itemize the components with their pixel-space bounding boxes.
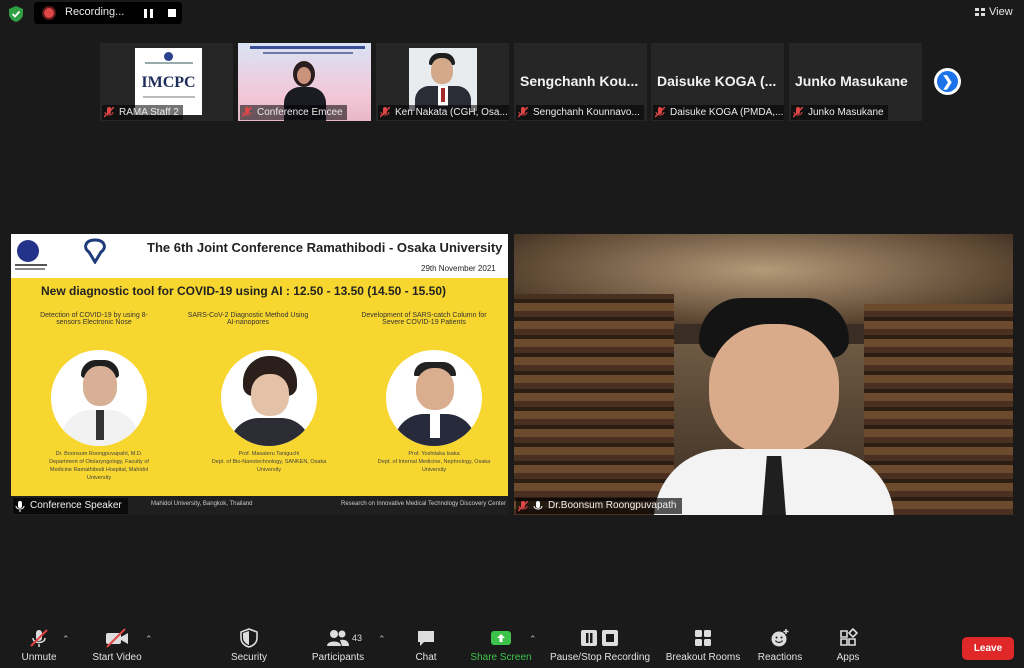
reactions-smiley-icon bbox=[771, 629, 789, 647]
pause-stop-icon bbox=[581, 630, 618, 646]
participant-tile-name: Daisuke KOGA (... bbox=[657, 73, 777, 89]
chat-button[interactable]: Chat bbox=[406, 628, 446, 663]
speaker-caption: Dr. Boonsum Roongpuvapaht, M.D. Departmen… bbox=[49, 451, 149, 481]
video-options-caret[interactable]: ⌃ bbox=[145, 634, 153, 645]
participant-tile[interactable]: Sengchanh Kou... Sengchanh Kounnavo... bbox=[514, 43, 647, 121]
participant-name-label: Junko Masukane bbox=[791, 105, 888, 120]
participant-tile-name: Sengchanh Kou... bbox=[520, 73, 639, 89]
pane-name-label: Dr.Boonsum Roongpuvapath bbox=[516, 498, 683, 514]
speaker-face bbox=[709, 324, 839, 454]
bookshelf-left bbox=[514, 294, 674, 515]
shared-slide-pane[interactable]: The 6th Joint Conference Ramathibodi - O… bbox=[11, 234, 508, 515]
participant-tile[interactable]: IMCPC RAMA Staff 2 bbox=[100, 43, 233, 121]
view-button[interactable]: View bbox=[989, 6, 1013, 18]
muted-mic-icon bbox=[104, 107, 114, 118]
osaka-university-logo bbox=[84, 238, 106, 264]
apps-icon bbox=[840, 628, 858, 646]
video-camera-off-icon bbox=[106, 628, 128, 648]
apps-button[interactable]: Apps bbox=[830, 628, 866, 663]
slide-header: The 6th Joint Conference Ramathibodi - O… bbox=[11, 234, 508, 278]
muted-mic-icon bbox=[793, 107, 803, 118]
start-video-button[interactable]: Start Video bbox=[88, 628, 146, 663]
muted-mic-icon bbox=[380, 107, 390, 118]
bookshelf-right bbox=[864, 304, 1013, 515]
participant-name-label: Daisuke KOGA (PMDA,... bbox=[653, 105, 784, 120]
stop-recording-icon[interactable] bbox=[168, 9, 176, 17]
speaking-mic-icon bbox=[15, 500, 25, 512]
participant-tile[interactable]: Conference Emcee bbox=[238, 43, 371, 121]
participant-name-label: Conference Emcee bbox=[240, 105, 347, 120]
slide-title: The 6th Joint Conference Ramathibodi - O… bbox=[147, 240, 503, 255]
speaker-portrait bbox=[221, 350, 317, 446]
share-screen-icon bbox=[491, 631, 511, 645]
muted-mic-icon bbox=[242, 107, 252, 118]
muted-mic-icon bbox=[518, 107, 528, 118]
chat-bubble-icon bbox=[418, 631, 434, 646]
recording-dot-icon bbox=[44, 8, 54, 18]
participant-name-label: RAMA Staff 2 bbox=[102, 105, 183, 120]
recording-label: Recording... bbox=[65, 6, 125, 18]
unmute-options-caret[interactable]: ⌃ bbox=[62, 634, 70, 645]
participants-options-caret[interactable]: ⌃ bbox=[378, 634, 386, 645]
view-grid-icon[interactable] bbox=[975, 8, 985, 16]
participant-name-label: Sengchanh Kounnavo... bbox=[516, 105, 644, 120]
shield-icon bbox=[240, 628, 258, 648]
participant-tile[interactable]: Junko Masukane Junko Masukane bbox=[789, 43, 922, 121]
share-screen-button[interactable]: Share Screen bbox=[468, 628, 534, 663]
speaker-caption: Prof. Masateru Taniguchi Dept. of Bio-Nan… bbox=[211, 451, 327, 473]
breakout-rooms-icon bbox=[695, 630, 711, 646]
mahidol-logo bbox=[17, 240, 39, 262]
participant-tile[interactable]: Ken Nakata (CGH, Osa... bbox=[376, 43, 509, 121]
pause-recording-icon[interactable] bbox=[144, 9, 153, 18]
leave-button[interactable]: Leave bbox=[962, 637, 1014, 660]
muted-mic-icon bbox=[655, 107, 665, 118]
talk-title: SARS-CoV-2 Diagnostic Method Using AI-na… bbox=[187, 312, 309, 326]
session-title: New diagnostic tool for COVID-19 using A… bbox=[41, 284, 447, 298]
unmute-button[interactable]: Unmute bbox=[14, 628, 64, 663]
breakout-rooms-button[interactable]: Breakout Rooms bbox=[662, 628, 744, 663]
participant-tile[interactable]: Daisuke KOGA (... Daisuke KOGA (PMDA,... bbox=[651, 43, 784, 121]
muted-mic-icon bbox=[518, 500, 528, 512]
security-button[interactable]: Security bbox=[224, 628, 274, 663]
pause-stop-recording-button[interactable]: Pause/Stop Recording bbox=[546, 628, 654, 663]
participants-count: 43 bbox=[352, 633, 363, 643]
speaker-portrait bbox=[51, 350, 147, 446]
talk-title: Detection of COVID-19 by using 8-sensors… bbox=[40, 312, 148, 326]
chevron-right-icon[interactable]: ❯ bbox=[937, 71, 958, 92]
share-options-caret[interactable]: ⌃ bbox=[529, 634, 537, 645]
microphone-muted-icon bbox=[30, 629, 48, 647]
participants-icon bbox=[327, 630, 349, 646]
talk-title: Development of SARS-catch Column for Sev… bbox=[361, 312, 487, 326]
participant-photo bbox=[409, 48, 477, 111]
participant-name-label: Ken Nakata (CGH, Osa... bbox=[378, 105, 509, 120]
security-shield-icon[interactable] bbox=[9, 6, 23, 22]
participant-tile-name: Junko Masukane bbox=[795, 73, 908, 89]
slide-date: 29th November 2021 bbox=[421, 264, 496, 273]
reactions-button[interactable]: Reactions bbox=[754, 628, 806, 663]
speaker-caption: Prof. Yoshitaka Isaka Dept. of Internal M… bbox=[377, 451, 491, 473]
pane-name-label: Conference Speaker bbox=[13, 498, 128, 514]
speaker-video-pane[interactable]: Dr.Boonsum Roongpuvapath bbox=[514, 234, 1013, 515]
speaker-portrait bbox=[386, 350, 482, 446]
speaking-mic-icon bbox=[533, 500, 543, 509]
